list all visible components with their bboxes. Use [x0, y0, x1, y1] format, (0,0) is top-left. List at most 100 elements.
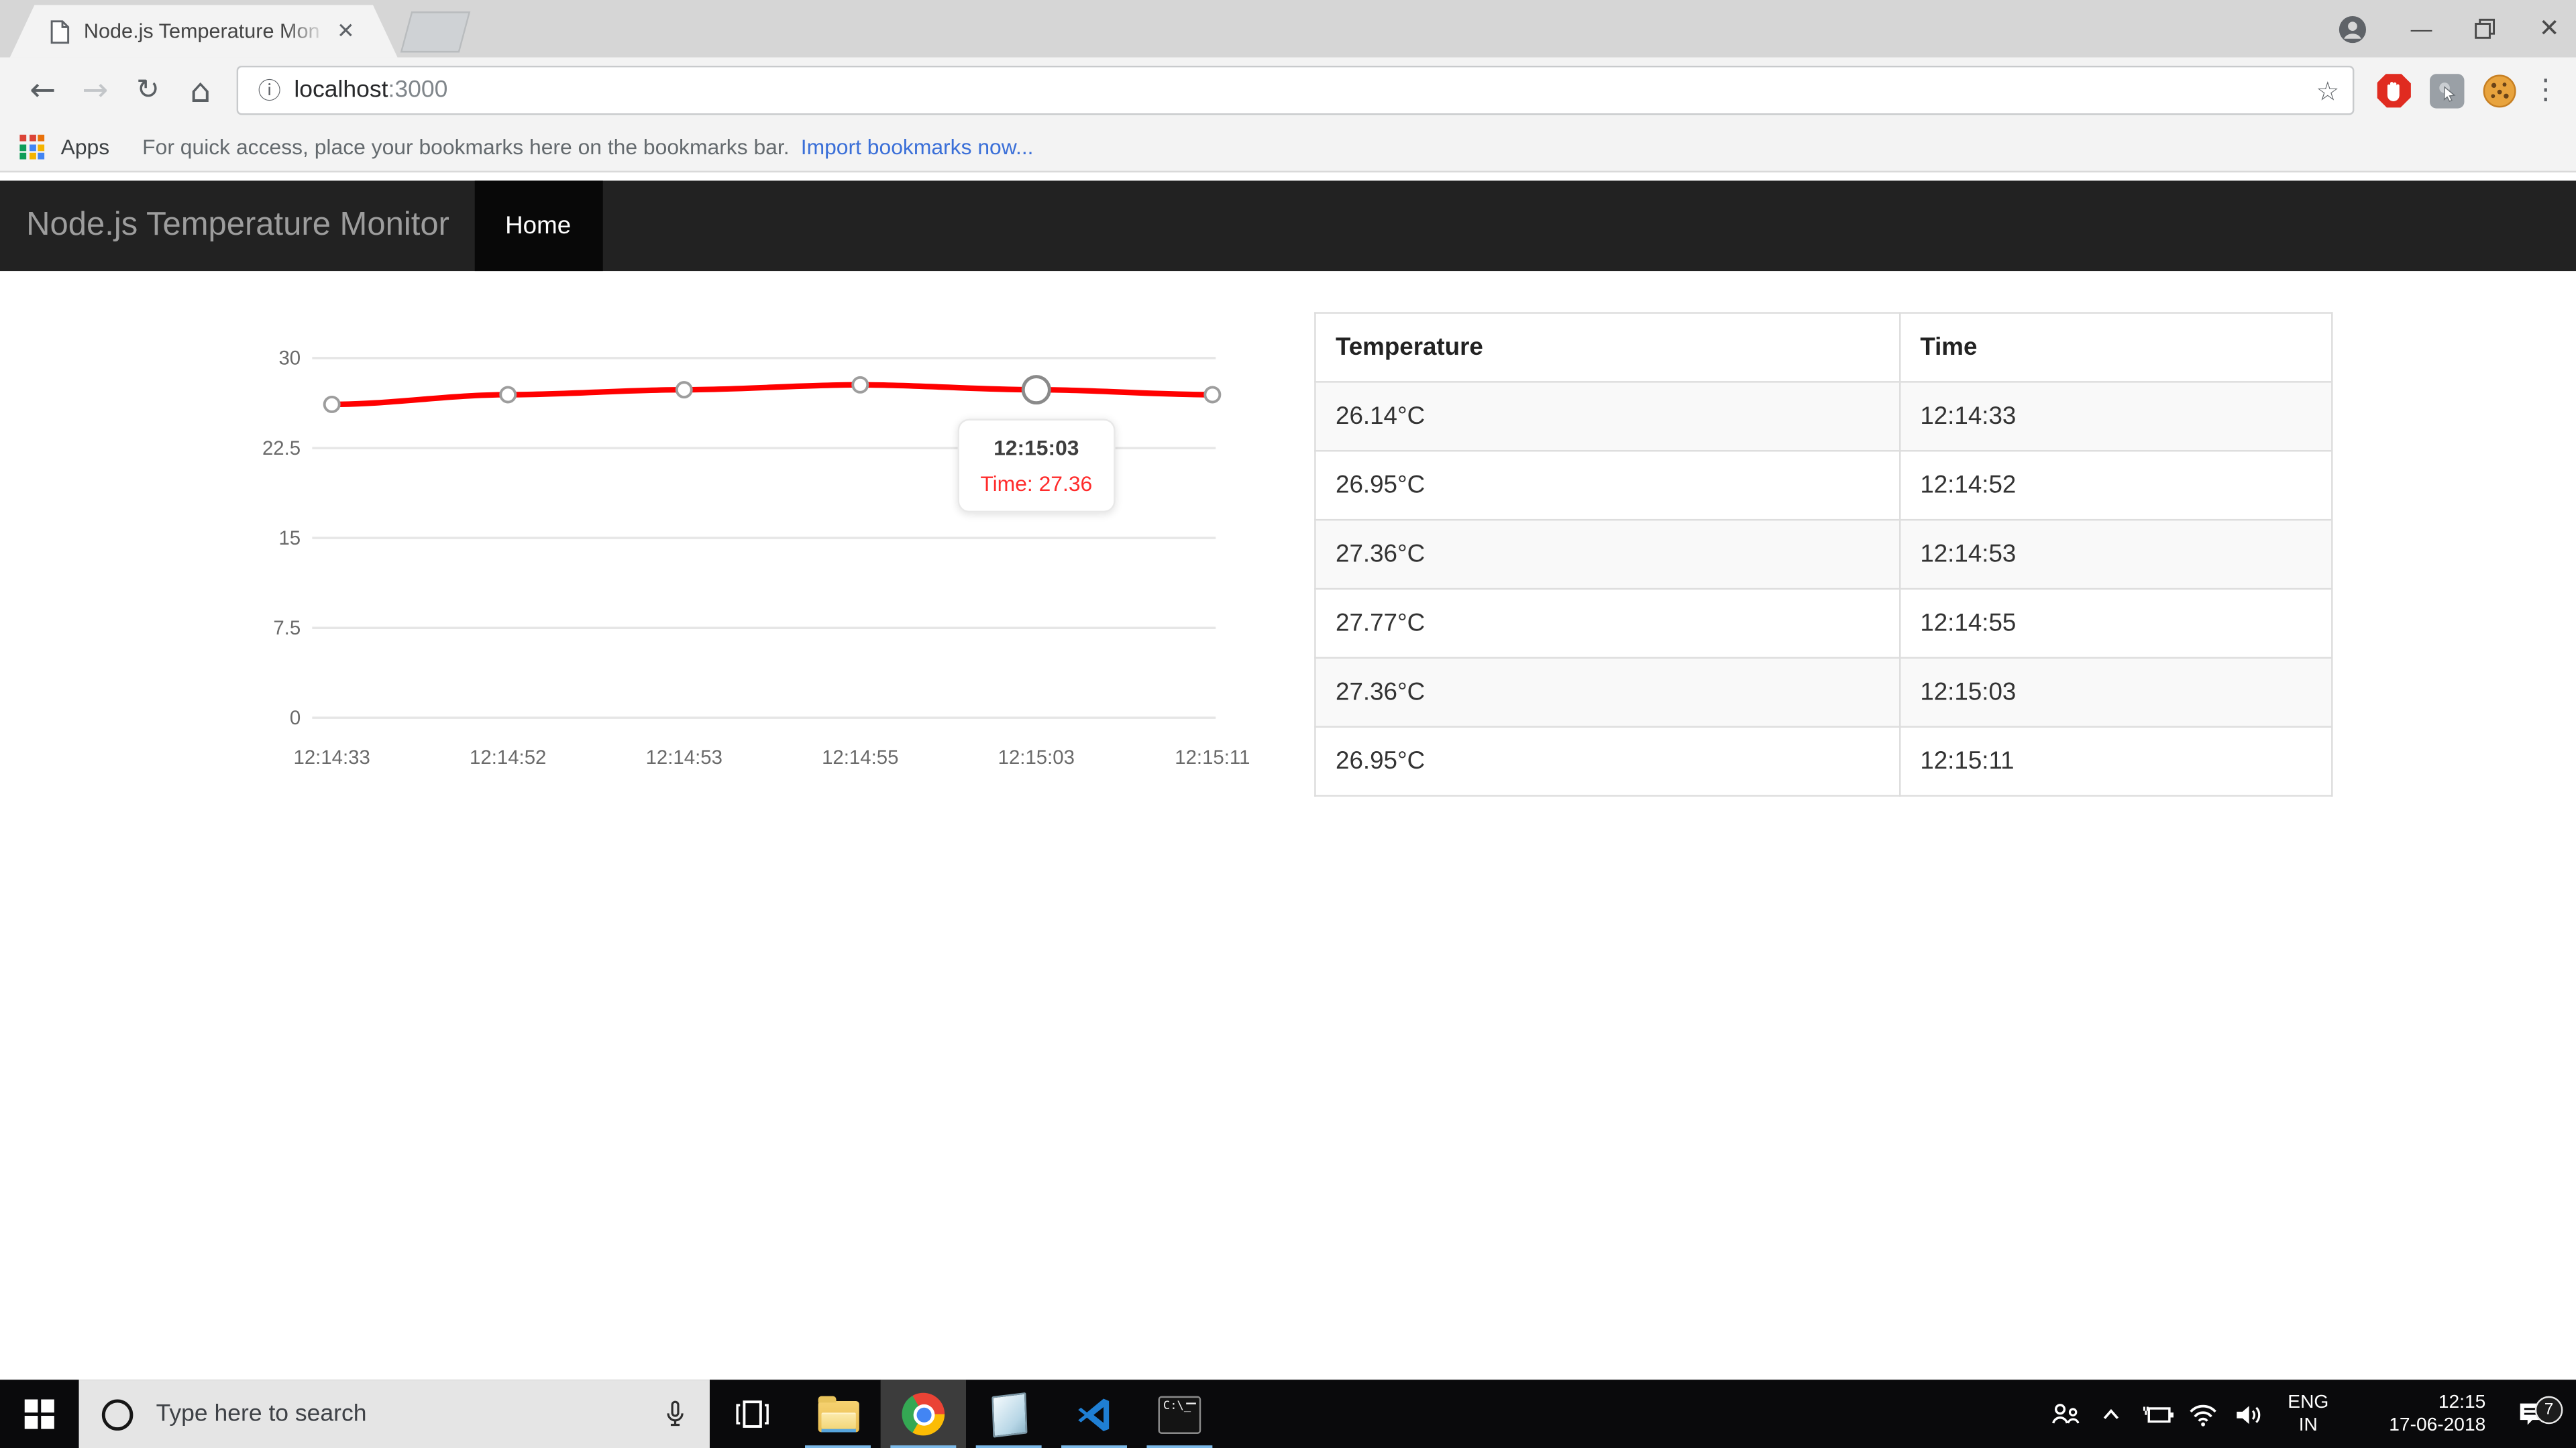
- table-row: 26.14°C 12:14:33: [1314, 381, 2333, 452]
- extension-blocker-icon[interactable]: [2372, 69, 2415, 112]
- notification-badge: 7: [2534, 1396, 2563, 1425]
- close-button[interactable]: ✕: [2539, 16, 2560, 41]
- clock-time: 12:15: [2438, 1392, 2486, 1413]
- taskbar: Type here to search C:\_ ENG IN 12:15 17…: [0, 1380, 2576, 1448]
- temperature-cell: 27.77°C: [1314, 588, 1900, 659]
- table-header-temperature: Temperature: [1314, 312, 1900, 383]
- search-placeholder: Type here to search: [156, 1400, 367, 1428]
- tab-close-icon[interactable]: ✕: [337, 18, 355, 44]
- people-icon[interactable]: [2042, 1400, 2088, 1429]
- browser-tab[interactable]: Node.js Temperature Mon ✕: [9, 5, 398, 58]
- y-tick-label: 30: [278, 347, 301, 370]
- tooltip-time: 12:15:03: [994, 435, 1079, 461]
- running-indicator: [1061, 1444, 1128, 1448]
- tray-clock[interactable]: 12:15 17-06-2018: [2354, 1391, 2485, 1437]
- home-icon[interactable]: ⌂: [179, 69, 222, 112]
- chart-point[interactable]: [499, 386, 517, 404]
- time-cell: 12:15:03: [1898, 657, 2333, 728]
- start-button[interactable]: [0, 1380, 79, 1448]
- notepad-button[interactable]: [966, 1380, 1051, 1448]
- running-indicator: [1146, 1444, 1213, 1448]
- taskbar-search[interactable]: Type here to search: [78, 1380, 710, 1448]
- chart-line: [329, 382, 1216, 408]
- notepad-icon: [991, 1391, 1027, 1437]
- file-explorer-icon: [817, 1396, 859, 1433]
- temperature-cell: 27.36°C: [1314, 518, 1900, 590]
- tab-title: Node.js Temperature Mon: [84, 19, 327, 43]
- action-center-button[interactable]: 7: [2499, 1396, 2565, 1431]
- site-info-icon[interactable]: ⓘ: [258, 74, 280, 107]
- system-tray: ENG IN 12:15 17-06-2018 7: [2042, 1380, 2576, 1448]
- table-row: 26.95°C 12:15:11: [1314, 726, 2333, 797]
- extension-cookie-icon[interactable]: [2477, 69, 2520, 112]
- chrome-icon: [902, 1392, 945, 1436]
- chart-point[interactable]: [1021, 375, 1051, 405]
- temperature-cell: 26.95°C: [1314, 726, 1900, 797]
- running-indicator: [890, 1444, 957, 1448]
- chrome-button[interactable]: [880, 1380, 967, 1448]
- x-tick-label: 12:14:55: [822, 746, 898, 769]
- profile-icon[interactable]: [2339, 14, 2368, 44]
- restore-button[interactable]: [2475, 18, 2496, 40]
- import-bookmarks-link[interactable]: Import bookmarks now...: [801, 135, 1034, 160]
- x-tick-label: 12:15:11: [1175, 746, 1250, 769]
- tray-chevron-icon[interactable]: [2088, 1401, 2135, 1427]
- task-view-icon: [736, 1400, 769, 1428]
- temperature-cell: 27.36°C: [1314, 657, 1900, 728]
- command-prompt-icon: C:\_: [1158, 1395, 1201, 1433]
- temperature-cell: 26.14°C: [1314, 381, 1900, 452]
- back-icon[interactable]: ←: [21, 69, 64, 112]
- table-row: 27.36°C 12:14:53: [1314, 518, 2333, 590]
- file-explorer-button[interactable]: [795, 1380, 880, 1448]
- windows-logo-icon: [25, 1400, 54, 1429]
- vscode-button[interactable]: [1051, 1380, 1136, 1448]
- app-brand[interactable]: Node.js Temperature Monitor: [26, 207, 449, 245]
- table-row: 27.36°C 12:15:03: [1314, 657, 2333, 728]
- web-page: Node.js Temperature Monitor Home 0 7.5 15 2…: [0, 174, 2576, 1380]
- url-host: localhost: [294, 77, 388, 104]
- volume-icon[interactable]: [2226, 1400, 2272, 1429]
- running-indicator: [975, 1444, 1042, 1448]
- running-indicator: [805, 1444, 871, 1448]
- chart-point[interactable]: [323, 395, 341, 413]
- x-tick-label: 12:15:03: [998, 746, 1075, 769]
- table-header-time: Time: [1898, 312, 2333, 383]
- temperature-cell: 26.95°C: [1314, 450, 1900, 521]
- minimize-button[interactable]: —: [2411, 18, 2432, 40]
- language-code: ENG: [2288, 1392, 2329, 1413]
- y-tick-label: 22.5: [262, 437, 301, 459]
- url-port: :3000: [388, 77, 448, 104]
- time-cell: 12:14:52: [1898, 450, 2333, 521]
- chart-point[interactable]: [851, 376, 869, 394]
- apps-grid-icon[interactable]: [19, 134, 45, 160]
- tooltip-value: Time: 27.36: [980, 471, 1093, 497]
- y-tick-label: 15: [278, 527, 301, 549]
- vscode-icon: [1077, 1398, 1108, 1431]
- address-bar[interactable]: ⓘ localhost :3000 ☆: [236, 65, 2355, 115]
- time-cell: 12:14:33: [1898, 381, 2333, 452]
- battery-icon[interactable]: [2134, 1401, 2180, 1427]
- command-prompt-button[interactable]: C:\_: [1137, 1380, 1222, 1448]
- wifi-icon[interactable]: [2180, 1401, 2226, 1427]
- apps-label[interactable]: Apps: [61, 135, 110, 160]
- task-view-button[interactable]: [710, 1380, 795, 1448]
- bookmark-star-icon[interactable]: ☆: [2316, 74, 2339, 106]
- browser-menu-icon[interactable]: ⋮: [2532, 74, 2560, 107]
- chart-point[interactable]: [1203, 386, 1222, 404]
- chart-point[interactable]: [675, 381, 693, 399]
- y-tick-label: 7.5: [273, 617, 301, 639]
- x-tick-label: 12:14:52: [470, 746, 546, 769]
- new-tab-button[interactable]: [400, 11, 471, 53]
- tray-language[interactable]: ENG IN: [2272, 1391, 2345, 1437]
- reload-icon[interactable]: ↻: [127, 69, 170, 112]
- table-row: 27.77°C 12:14:55: [1314, 588, 2333, 659]
- microphone-icon[interactable]: [660, 1400, 690, 1429]
- time-cell: 12:14:53: [1898, 518, 2333, 590]
- chart-canvas[interactable]: 0 7.5 15 22.5 30 12:14:33 12:14:52 12:14:53 12:1…: [246, 321, 1252, 805]
- cortana-icon: [101, 1398, 133, 1430]
- extension-pointer-icon[interactable]: [2425, 69, 2468, 112]
- temperature-chart: 0 7.5 15 22.5 30 12:14:33 12:14:52 12:14:53 12:1…: [246, 321, 1252, 805]
- language-region: IN: [2298, 1416, 2318, 1436]
- nav-item-home[interactable]: Home: [474, 180, 602, 272]
- bookmarks-bar: Apps For quick access, place your bookma…: [0, 123, 2576, 173]
